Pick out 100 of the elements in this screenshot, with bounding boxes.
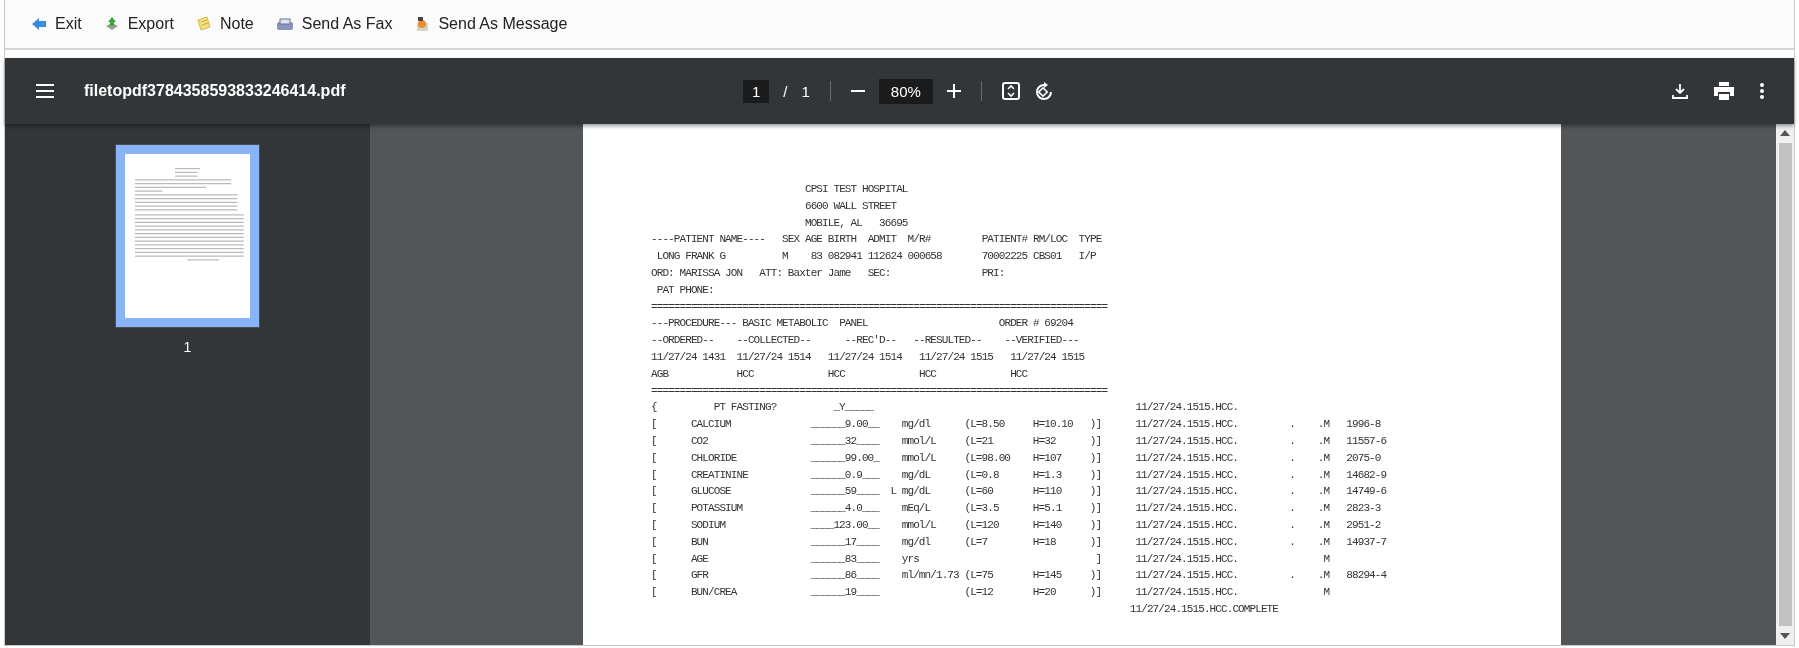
page-count: 1	[801, 82, 810, 100]
bracket: [	[651, 433, 658, 449]
test-code: 2075-0	[1346, 450, 1381, 466]
low-range: (L=12	[964, 586, 993, 599]
toolbar-button[interactable]: Export	[101, 13, 176, 35]
document-line: MOBILE, AL 36695	[803, 215, 909, 231]
high-range: H=110	[1032, 485, 1062, 498]
method-mark: .M	[1317, 484, 1330, 500]
bracket: [	[651, 417, 658, 433]
scroll-up-icon[interactable]	[1780, 129, 1790, 137]
dot: .	[1289, 535, 1295, 548]
dot: .	[1289, 502, 1295, 515]
test-name: PT FASTING?	[712, 400, 778, 416]
test-name: GFR	[690, 568, 710, 584]
method-mark: .M	[1317, 501, 1330, 517]
high-range: H=1.3	[1032, 468, 1062, 481]
document-line: PAT PHONE:	[655, 282, 715, 298]
test-name: BUN/CREA	[690, 585, 738, 601]
method-mark: .M	[1317, 450, 1330, 466]
scrollbar[interactable]	[1776, 124, 1794, 645]
page-number-field[interactable]: 1	[743, 79, 770, 103]
bracket: [	[651, 467, 658, 483]
units: mmol/L	[901, 434, 936, 447]
bracket: {	[651, 400, 658, 416]
scrollbar-thumb[interactable]	[1778, 143, 1792, 626]
high-range: H=18	[1032, 535, 1056, 548]
bracket: )]	[1089, 568, 1102, 584]
result-value: ______4.0___	[810, 501, 881, 517]
toolbar-button[interactable]: Send As Fax	[273, 13, 395, 35]
units: mmol/L	[901, 451, 936, 464]
toolbar-button[interactable]: Exit	[29, 13, 84, 35]
test-code: 14937-7	[1346, 534, 1387, 550]
document-line: ----PATIENT NAME---- SEX AGE BIRTH ADMIT M/R# PATIENT# RM/LOC TYPE	[651, 232, 1103, 248]
units: mg/dL	[901, 468, 931, 481]
scroll-down-icon[interactable]	[1780, 632, 1790, 640]
document-line: 11/27/24 1431 11/27/24 1514 11/27/24 1514 11/27/24 1515 11/27/24 1515	[651, 349, 1086, 365]
result-timestamp: 11/27/24.1515.HCC.	[1135, 417, 1240, 433]
low-range: (L=120	[964, 518, 999, 531]
document-line: ORD: MARISSA JON ATT: Baxter Jame SEC: PRI:	[651, 266, 1006, 281]
method-mark: M	[1322, 551, 1330, 567]
result-timestamp: 11/27/24.1515.HCC.	[1135, 450, 1240, 466]
result-value: ______9.00__	[810, 417, 881, 433]
rotate-icon[interactable]	[1033, 81, 1054, 101]
document-line: --ORDERED-- --COLLECTED-- --REC'D-- --RESULTED-- --VERIFIED---	[651, 333, 1080, 349]
test-code: 14682-9	[1346, 467, 1387, 483]
download-icon[interactable]	[1672, 83, 1688, 99]
zoom-field[interactable]: 80%	[878, 78, 933, 104]
test-name: CALCIUM	[690, 417, 732, 433]
fax-machine-icon	[275, 16, 294, 32]
dot: .	[1289, 451, 1295, 464]
test-code: 1996-8	[1346, 417, 1381, 433]
bracket: )]	[1089, 585, 1102, 601]
test-code: 11557-6	[1346, 433, 1387, 449]
test-code: 14749-6	[1346, 484, 1387, 500]
toolbar-button[interactable]: Send As Message	[412, 13, 570, 35]
bracket: )]	[1089, 484, 1102, 500]
units: mmol/L	[901, 518, 936, 531]
print-icon[interactable]	[1714, 82, 1734, 100]
dot: .	[1289, 434, 1295, 447]
message-icon	[414, 16, 431, 32]
toolbar-button[interactable]: Note	[193, 13, 256, 35]
bracket: )]	[1089, 417, 1102, 433]
bracket: [	[651, 568, 658, 584]
bracket: )]	[1089, 467, 1102, 483]
test-name: BUN	[690, 534, 709, 550]
more-options-icon[interactable]	[1760, 83, 1764, 99]
method-mark: .M	[1317, 568, 1330, 584]
result-value: ______99.00_	[810, 450, 881, 466]
bracket: ]	[1094, 551, 1102, 567]
bracket: [	[651, 517, 658, 533]
page-thumbnail[interactable]	[116, 145, 259, 327]
zoom-in-icon[interactable]	[946, 84, 961, 98]
test-name: CHLORIDE	[690, 450, 738, 466]
result-value: ______86____	[810, 568, 881, 584]
method-mark: .M	[1317, 534, 1330, 550]
bracket: [	[651, 551, 658, 567]
high-range: H=145	[1032, 569, 1062, 582]
bracket: )]	[1089, 517, 1102, 533]
bracket: )]	[1089, 501, 1102, 517]
high-range: H=5.1	[1032, 502, 1062, 515]
left-arrow-icon	[31, 16, 47, 32]
method-mark: .M	[1317, 467, 1330, 483]
result-timestamp: 11/27/24.1515.HCC.	[1135, 501, 1240, 517]
fit-page-icon[interactable]	[1001, 82, 1020, 100]
document-line: AGB HCC HCC HCC HCC	[651, 366, 1029, 382]
method-mark: .M	[1317, 417, 1330, 433]
low-range: (L=98.00	[964, 451, 1011, 464]
units: yrs	[901, 552, 919, 565]
high-range: H=140	[1032, 518, 1062, 531]
menu-icon[interactable]	[36, 84, 54, 98]
test-name: POTASSIUM	[690, 501, 744, 517]
high-range: H=20	[1032, 586, 1056, 599]
low-range: (L=75	[964, 569, 993, 582]
units: ml/mn/1.73	[901, 569, 959, 582]
low-range: (L=60	[964, 485, 993, 498]
result-timestamp: 11/27/24.1515.HCC.	[1135, 568, 1240, 584]
dot: .	[1289, 468, 1295, 481]
page-number-label: 1	[183, 339, 192, 355]
method-mark: M	[1322, 585, 1330, 601]
units: mg/dl	[901, 418, 931, 431]
